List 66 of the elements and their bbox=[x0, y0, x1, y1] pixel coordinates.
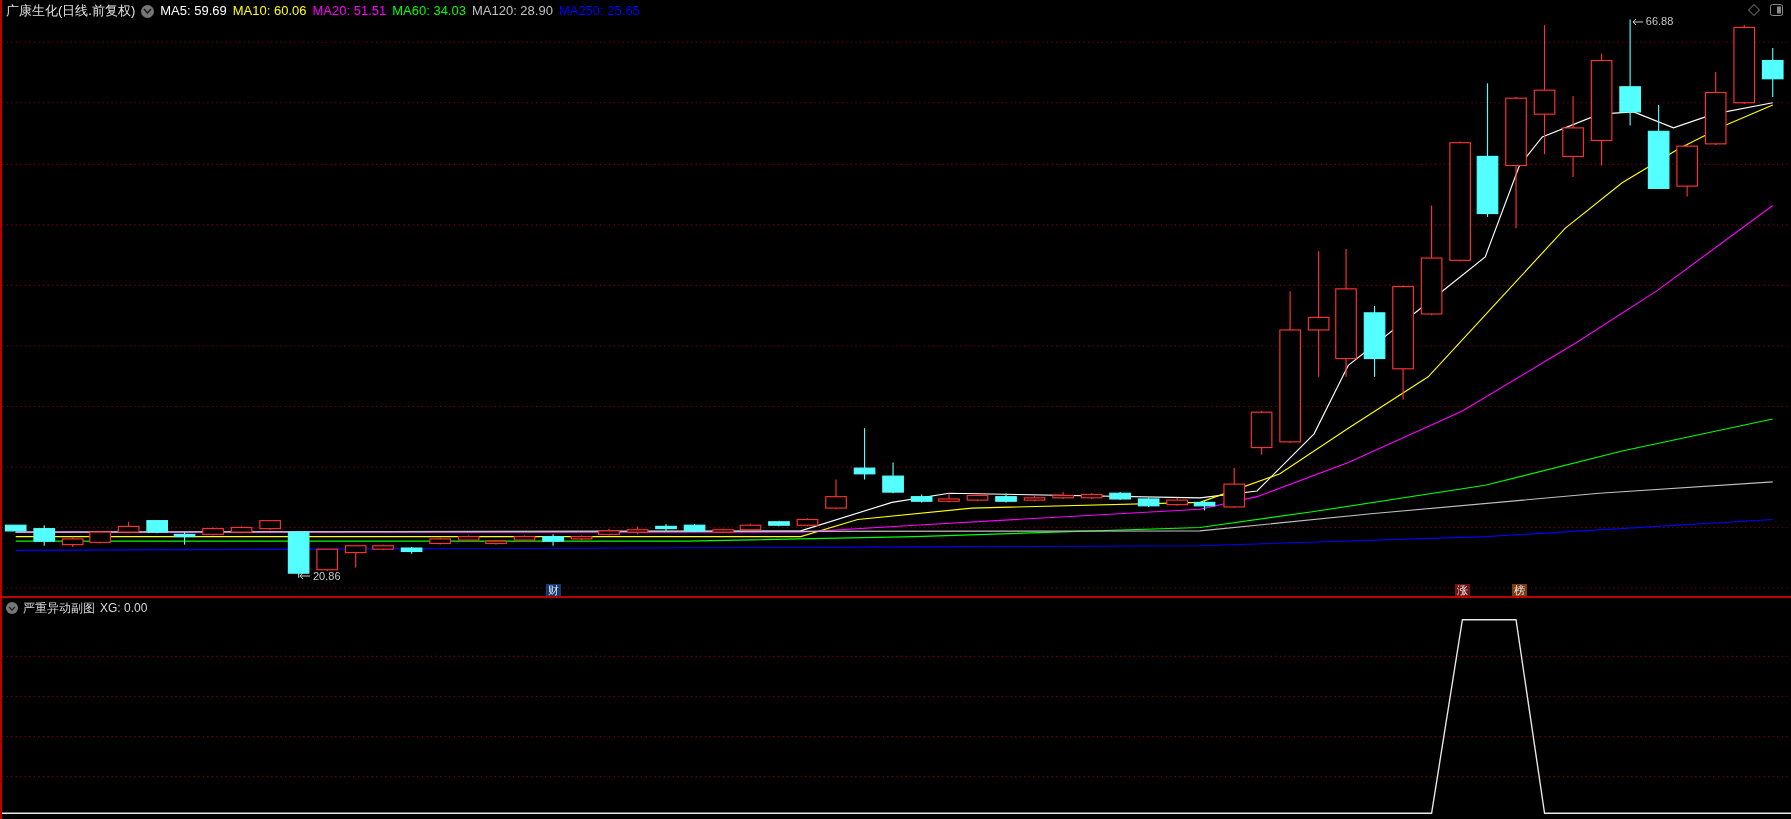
candlestick bbox=[882, 461, 904, 494]
candlestick bbox=[1761, 47, 1784, 98]
candlestick bbox=[1080, 492, 1103, 500]
indicator-value: MA60: 34.03 bbox=[392, 2, 466, 20]
candlestick bbox=[966, 493, 989, 502]
candlestick bbox=[400, 546, 423, 555]
candlestick bbox=[230, 525, 253, 534]
price-label: 20.86 bbox=[312, 569, 341, 583]
event-marker[interactable]: 财 bbox=[545, 584, 561, 596]
candlestick bbox=[542, 533, 564, 547]
candlestick bbox=[938, 492, 960, 503]
candlestick bbox=[1223, 467, 1246, 509]
arrow-icon bbox=[298, 572, 311, 581]
candlestick bbox=[429, 537, 451, 546]
candlestick bbox=[457, 534, 480, 542]
indicator-value: XG: 0.00 bbox=[100, 600, 148, 616]
candlestick bbox=[853, 427, 876, 481]
candlestick bbox=[146, 520, 168, 534]
dropdown-icon[interactable] bbox=[141, 4, 155, 18]
candlestick bbox=[1676, 144, 1698, 197]
candlestick bbox=[173, 531, 196, 546]
indicator-title: 严重异动副图 bbox=[23, 600, 95, 616]
candlestick bbox=[598, 528, 620, 537]
candlestick bbox=[712, 528, 734, 534]
stock-title: 广康生化(日线.前复权) bbox=[6, 2, 136, 20]
candlestick bbox=[1137, 497, 1160, 508]
indicator-value: MA5: 59.69 bbox=[160, 2, 227, 20]
candlestick bbox=[372, 544, 394, 551]
candlestick bbox=[570, 534, 593, 541]
candlestick bbox=[796, 517, 819, 527]
candlestick bbox=[485, 539, 507, 546]
candlestick bbox=[1193, 499, 1216, 511]
candlestick bbox=[739, 523, 762, 532]
candlestick bbox=[316, 548, 338, 572]
candlestick bbox=[995, 492, 1017, 503]
candlestick bbox=[626, 525, 649, 535]
candlestick bbox=[259, 520, 281, 531]
candlestick bbox=[4, 524, 27, 532]
candlestick bbox=[33, 524, 56, 547]
candlestick bbox=[287, 530, 310, 579]
arrow-icon bbox=[1631, 18, 1644, 26]
indicator-value: MA10: 60.06 bbox=[232, 2, 307, 20]
dropdown-icon[interactable] bbox=[6, 602, 18, 614]
candlestick bbox=[1250, 410, 1273, 455]
candlestick bbox=[89, 530, 111, 545]
indicator-value: MA120: 28.90 bbox=[471, 2, 553, 20]
panel-toggle-icon[interactable] bbox=[1770, 4, 1783, 16]
candlestick bbox=[117, 521, 140, 534]
candlestick bbox=[513, 534, 536, 542]
indicator-value: MA250: 25.65 bbox=[558, 2, 640, 20]
candlestick bbox=[1023, 494, 1046, 502]
candlestick bbox=[1052, 491, 1074, 500]
candlestick bbox=[655, 523, 677, 532]
event-marker[interactable]: 涨 bbox=[1454, 584, 1470, 596]
candlestick bbox=[1109, 491, 1131, 501]
candlestick bbox=[344, 545, 367, 569]
candlestick bbox=[1166, 497, 1188, 507]
candlestick bbox=[768, 520, 790, 527]
indicator-value: MA20: 51.51 bbox=[312, 2, 387, 20]
candlestick bbox=[202, 526, 224, 537]
candlestick bbox=[683, 523, 706, 533]
event-marker[interactable]: 榜 bbox=[1511, 584, 1527, 596]
candlestick bbox=[825, 478, 847, 510]
candlestick bbox=[61, 536, 84, 548]
candlestick bbox=[910, 493, 933, 503]
price-label: 66.88 bbox=[1645, 15, 1674, 29]
